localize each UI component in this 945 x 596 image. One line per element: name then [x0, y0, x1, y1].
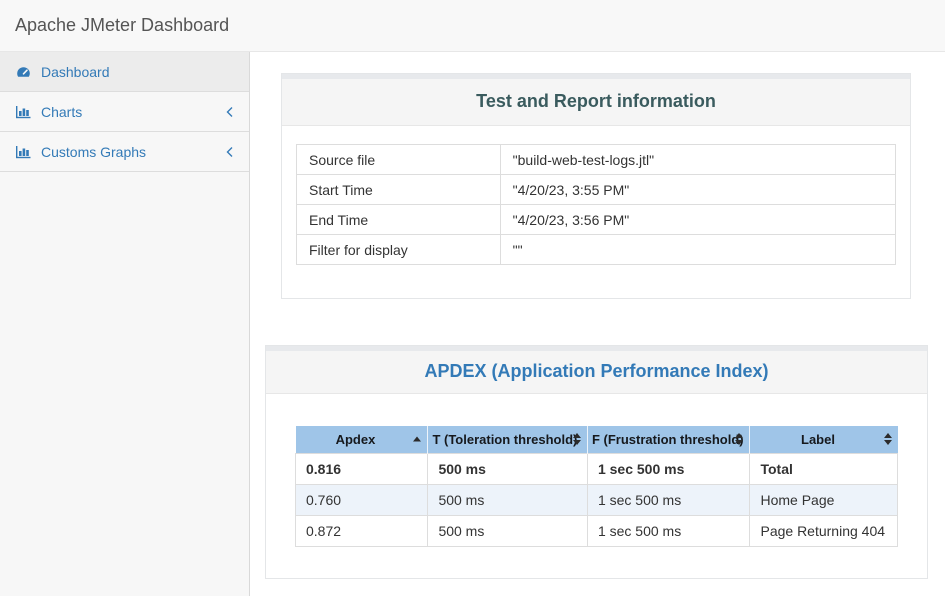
- table-row: 0.872 500 ms 1 sec 500 ms Page Returning…: [296, 515, 898, 546]
- test-report-info-panel: Test and Report information Source file …: [281, 73, 911, 299]
- bar-chart-icon: [15, 144, 32, 160]
- info-value: "4/20/23, 3:55 PM": [500, 175, 895, 205]
- column-header-label: T (Toleration threshold): [432, 432, 577, 447]
- column-header-label: Apdex: [336, 432, 376, 447]
- sort-both-icon: [884, 433, 892, 445]
- apdex-header-row: Apdex T (Toleration threshold) F (Frustr…: [296, 426, 898, 453]
- column-header-apdex[interactable]: Apdex: [296, 426, 428, 453]
- test-report-info-title: Test and Report information: [282, 79, 910, 126]
- sort-both-icon: [573, 433, 581, 445]
- table-row: Source file "build-web-test-logs.jtl": [297, 145, 896, 175]
- app-title: Apache JMeter Dashboard: [15, 15, 229, 36]
- frustration-value: 1 sec 500 ms: [587, 484, 750, 515]
- table-row: 0.760 500 ms 1 sec 500 ms Home Page: [296, 484, 898, 515]
- chevron-left-icon[interactable]: [225, 146, 235, 158]
- table-row: End Time "4/20/23, 3:56 PM": [297, 205, 896, 235]
- apdex-title: APDEX (Application Performance Index): [266, 351, 927, 394]
- main-content: Test and Report information Source file …: [250, 52, 945, 596]
- apdex-value: 0.872: [296, 515, 428, 546]
- sidebar-item-dashboard[interactable]: Dashboard: [0, 52, 249, 92]
- column-header-toleration[interactable]: T (Toleration threshold): [428, 426, 588, 453]
- apdex-value: 0.816: [296, 453, 428, 484]
- table-row: 0.816 500 ms 1 sec 500 ms Total: [296, 453, 898, 484]
- label-value: Home Page: [750, 484, 898, 515]
- sidebar: Dashboard Charts Customs: [0, 52, 250, 596]
- info-label: End Time: [297, 205, 501, 235]
- table-row: Filter for display "": [297, 235, 896, 265]
- info-value: "4/20/23, 3:56 PM": [500, 205, 895, 235]
- info-label: Start Time: [297, 175, 501, 205]
- gauge-icon: [15, 64, 32, 80]
- info-value: "build-web-test-logs.jtl": [500, 145, 895, 175]
- info-value: "": [500, 235, 895, 265]
- sidebar-item-customs-graphs[interactable]: Customs Graphs: [0, 132, 249, 172]
- toleration-value: 500 ms: [428, 453, 588, 484]
- sidebar-item-label: Customs Graphs: [41, 144, 146, 160]
- sidebar-item-charts[interactable]: Charts: [0, 92, 249, 132]
- info-label: Source file: [297, 145, 501, 175]
- sidebar-item-label: Dashboard: [41, 64, 110, 80]
- frustration-value: 1 sec 500 ms: [587, 453, 750, 484]
- toleration-value: 500 ms: [428, 484, 588, 515]
- sort-both-icon: [735, 433, 743, 445]
- table-row: Start Time "4/20/23, 3:55 PM": [297, 175, 896, 205]
- label-value: Total: [750, 453, 898, 484]
- chevron-left-icon[interactable]: [225, 106, 235, 118]
- sidebar-item-label: Charts: [41, 104, 82, 120]
- column-header-label-col[interactable]: Label: [750, 426, 898, 453]
- column-header-frustration[interactable]: F (Frustration threshold): [587, 426, 750, 453]
- bar-chart-icon: [15, 104, 32, 120]
- column-header-label: Label: [801, 432, 835, 447]
- column-header-label: F (Frustration threshold): [592, 432, 744, 447]
- apdex-value: 0.760: [296, 484, 428, 515]
- sort-asc-icon: [413, 437, 421, 442]
- toleration-value: 500 ms: [428, 515, 588, 546]
- apdex-table: Apdex T (Toleration threshold) F (Frustr…: [295, 426, 898, 547]
- apdex-panel: APDEX (Application Performance Index) Ap…: [265, 345, 928, 579]
- test-report-info-table: Source file "build-web-test-logs.jtl" St…: [296, 144, 896, 265]
- label-value: Page Returning 404: [750, 515, 898, 546]
- frustration-value: 1 sec 500 ms: [587, 515, 750, 546]
- test-report-info-body: Source file "build-web-test-logs.jtl" St…: [282, 126, 910, 298]
- app-header: Apache JMeter Dashboard: [0, 0, 945, 52]
- info-label: Filter for display: [297, 235, 501, 265]
- apdex-body: Apdex T (Toleration threshold) F (Frustr…: [266, 394, 927, 578]
